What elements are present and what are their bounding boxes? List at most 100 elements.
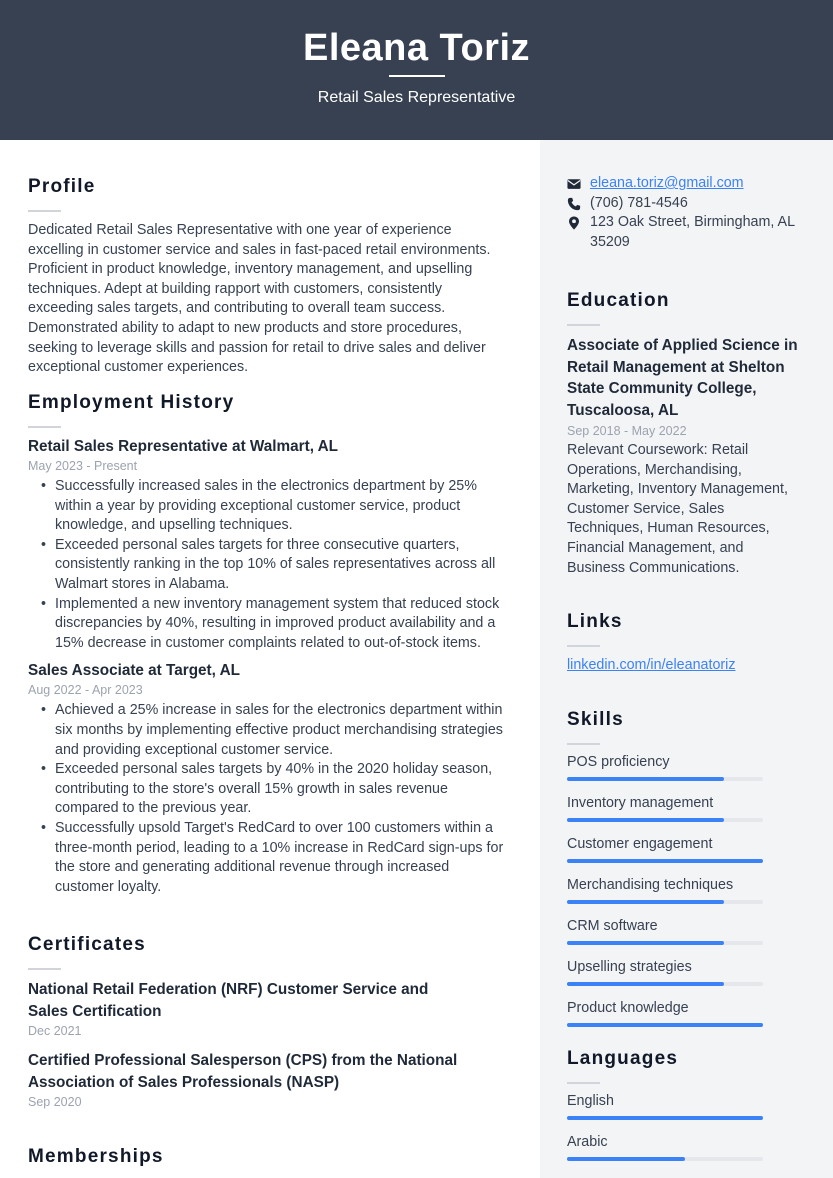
contact-address: 123 Oak Street, Birmingham, AL 35209 [567,213,807,252]
job-dates: May 2023 - Present [28,459,138,473]
sidebar: eleana.toriz@gmail.com (706) 781-4546 12… [540,140,833,1178]
language-level-track [567,1116,763,1120]
certificate-title: Certified Professional Salesperson (CPS)… [28,1052,458,1091]
certificate-entry: Certified Professional Salesperson (CPS)… [28,1050,468,1111]
job-title: Retail Sales Representative at Walmart, … [28,438,339,455]
skill-name: Merchandising techniques [567,877,734,893]
skill-level-fill [567,982,724,986]
languages-list: English Arabic [567,1092,807,1161]
section-divider [28,210,61,212]
skills-list: POS proficiency Inventory management Custo… [567,753,807,1027]
language-name: Arabic [567,1134,608,1150]
education-section: Education Associate of Applied Science i… [567,289,812,578]
envelope-icon [567,179,581,189]
certificates-section: Certificates National Retail Federation … [28,933,508,1111]
contact-email: eleana.toriz@gmail.com [567,174,807,194]
address-text: 123 Oak Street, Birmingham, AL 35209 [590,214,795,250]
contact-block: eleana.toriz@gmail.com (706) 781-4546 12… [567,174,807,252]
job-bullets: Achieved a 25% increase in sales for the… [28,701,508,897]
skills-heading: Skills [567,709,624,730]
education-description: Relevant Coursework: Retail Operations, … [567,442,788,576]
education-dates: Sep 2018 - May 2022 [567,424,687,438]
skill-level-track [567,982,763,986]
job-bullet: Achieved a 25% increase in sales for the… [41,701,508,760]
skill-level-fill [567,1023,763,1027]
linkedin-link[interactable]: linkedin.com/in/eleanatoriz [567,657,735,673]
language-item: English [567,1092,807,1120]
links-heading: Links [567,611,623,632]
education-heading: Education [567,290,670,311]
job-title: Sales Associate at Target, AL [28,662,240,680]
skill-level-track [567,1023,763,1027]
skill-level-track [567,777,763,781]
certificate-date: Sep 2020 [28,1095,82,1109]
skill-level-fill [567,941,724,945]
section-divider [28,968,61,970]
memberships-heading: Memberships [28,1146,164,1167]
job-bullet: Exceeded personal sales targets by 40% i… [41,760,508,819]
skill-item: CRM software [567,917,807,945]
job-entry: Retail Sales Representative at Walmart, … [28,436,508,653]
skill-name: Product knowledge [567,1000,689,1016]
skill-item: Merchandising techniques [567,876,807,904]
candidate-title: Retail Sales Representative [317,89,516,106]
contact-phone: (706) 781-4546 [567,194,807,214]
skills-section: Skills POS proficiency Inventory manageme… [567,708,807,1040]
header-divider [389,75,445,77]
profile-section: Profile Dedicated Retail Sales Represent… [28,175,508,378]
profile-heading: Profile [28,176,96,197]
skill-name: CRM software [567,918,658,934]
languages-heading: Languages [567,1048,679,1069]
profile-summary: Dedicated Retail Sales Representative wi… [28,222,491,376]
job-bullets: Successfully increased sales in the elec… [28,477,508,653]
language-level-track [567,1157,763,1161]
phone-icon [567,197,581,210]
job-entry: Sales Associate at Target, AL Aug 2022 -… [28,660,508,897]
skill-level-fill [567,818,724,822]
language-level-fill [567,1116,763,1120]
education-degree: Associate of Applied Science in Retail M… [567,337,798,419]
skill-item: Inventory management [567,794,807,822]
job-bullet: Successfully increased sales in the elec… [41,477,508,536]
skill-level-fill [567,777,724,781]
job-bullet: Successfully upsold Target's RedCard to … [41,819,508,897]
skill-name: Upselling strategies [567,959,692,975]
resume-header: Eleana Toriz Retail Sales Representative [0,0,833,140]
skill-item: Product knowledge [567,999,807,1027]
certificates-heading: Certificates [28,934,146,955]
job-bullet: Implemented a new inventory management s… [41,595,508,654]
section-divider [567,645,600,647]
language-level-fill [567,1157,685,1161]
certificate-title: National Retail Federation (NRF) Custome… [28,981,429,1020]
candidate-name: Eleana Toriz [302,27,531,69]
skill-name: Customer engagement [567,836,713,852]
skill-level-track [567,941,763,945]
skill-level-track [567,818,763,822]
skill-item: Customer engagement [567,835,807,863]
certificate-entry: National Retail Federation (NRF) Custome… [28,979,468,1040]
phone-number: (706) 781-4546 [590,194,688,211]
skill-level-fill [567,900,724,904]
certificate-date: Dec 2021 [28,1024,82,1038]
section-divider [28,426,61,428]
languages-section: Languages English Arabic [567,1047,807,1174]
skill-item: POS proficiency [567,753,807,781]
employment-section: Employment History Retail Sales Represen… [28,391,508,897]
email-link[interactable]: eleana.toriz@gmail.com [590,175,744,191]
section-divider [567,743,600,745]
language-name: English [567,1093,614,1109]
skill-name: Inventory management [567,795,714,811]
map-pin-icon [569,216,579,230]
employment-heading: Employment History [28,392,235,413]
skill-name: POS proficiency [567,754,670,770]
job-bullet: Exceeded personal sales targets for thre… [41,536,508,595]
section-divider [567,324,600,326]
links-section: Links linkedin.com/in/eleanatoriz [567,610,807,676]
skill-item: Upselling strategies [567,958,807,986]
skill-level-track [567,859,763,863]
memberships-section: Memberships [28,1145,508,1169]
skill-level-track [567,900,763,904]
section-divider [567,1082,600,1084]
skill-level-fill [567,859,763,863]
job-dates: Aug 2022 - Apr 2023 [28,683,143,698]
